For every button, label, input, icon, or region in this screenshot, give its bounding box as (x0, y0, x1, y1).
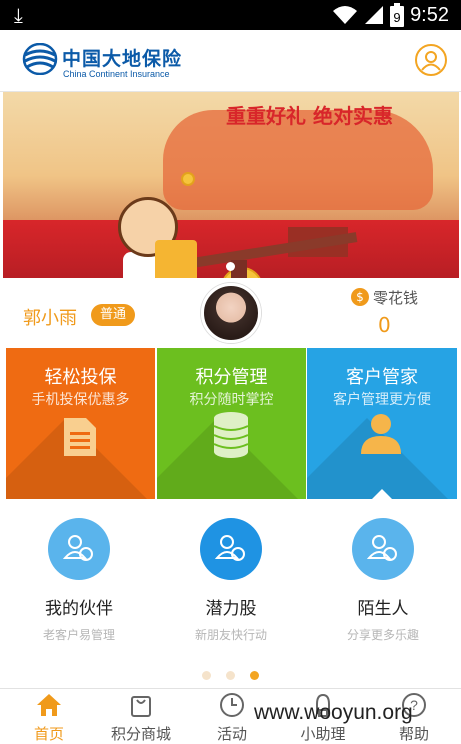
tile-title: 客户管家 (346, 367, 418, 388)
user-circle-icon (421, 51, 441, 71)
tile-title: 轻松投保 (44, 367, 117, 388)
app-header: 中国大地保险 China Continent Insurance (0, 30, 461, 92)
partner-stranger[interactable]: 陌生人 分享更多乐趣 (308, 518, 458, 643)
partner-my-partners[interactable]: 我的伙伴 老客户易管理 (4, 518, 154, 643)
partner-subtitle: 分享更多乐趣 (346, 628, 419, 642)
nav-label: 积分商城 (110, 725, 171, 743)
nav-home[interactable]: 首页 (3, 692, 95, 744)
potential-icon (200, 518, 262, 580)
partner-title: 陌生人 (357, 599, 409, 619)
tile-title: 积分管理 (195, 367, 268, 388)
nav-label: 活动 (216, 725, 247, 743)
nav-points-mall[interactable]: 积分商城 (95, 692, 187, 744)
section-pager-dot[interactable] (201, 671, 211, 680)
home-icon (37, 694, 61, 716)
user-summary: 郭小雨 普通 $ 零花钱 0 (0, 278, 461, 346)
pocket-money-value[interactable]: 0 (378, 313, 391, 337)
section-pager (0, 665, 461, 684)
tile-subtitle: 客户管理更方便 (333, 392, 431, 408)
tile-subtitle: 手机投保优惠多 (31, 392, 130, 408)
brand-name-en: China Continent Insurance (63, 69, 170, 79)
tile-points-management[interactable]: 积分管理 积分随时掌控 (157, 348, 306, 499)
wifi-icon (333, 6, 358, 24)
selected-pointer-icon (372, 489, 392, 499)
download-icon: ⤓ (14, 3, 23, 27)
partner-icon (48, 518, 110, 580)
section-pager-dot-active[interactable] (250, 671, 260, 680)
section-pager-dot[interactable] (226, 671, 235, 680)
nav-label: 帮助 (398, 725, 429, 743)
partner-subtitle: 老客户易管理 (42, 628, 115, 642)
banner-coin (181, 172, 195, 186)
document-icon (64, 418, 96, 456)
promo-banner[interactable]: 重重好礼 绝对实惠 (3, 92, 459, 278)
clock-icon (220, 693, 244, 717)
brand-name-cn: 中国大地保险 (62, 48, 183, 70)
tile-easy-insure[interactable]: 轻松投保 手机投保优惠多 (6, 348, 155, 499)
signal-icon (365, 6, 384, 24)
banner-headline: 重重好礼 绝对实惠 (226, 104, 393, 128)
banner-pager-dot[interactable] (226, 262, 235, 271)
stranger-icon (352, 518, 414, 580)
pocket-money-label: 零花钱 (373, 289, 419, 307)
banner-pager (0, 256, 461, 275)
coin-stack-icon (213, 412, 249, 458)
dollar-coin-icon: $ (351, 288, 369, 306)
person-icon (361, 414, 401, 454)
tile-customer-manager[interactable]: 客户管家 客户管理更方便 (307, 348, 457, 499)
svg-text:9: 9 (393, 10, 400, 25)
battery-icon: 9 (390, 3, 405, 27)
shopping-bag-icon (131, 696, 151, 717)
user-name: 郭小雨 (23, 308, 77, 329)
partner-subtitle: 新朋友快行动 (194, 628, 267, 642)
watermark: www.wooyun.org (254, 701, 413, 724)
brand-logo-icon (22, 43, 58, 75)
partner-potential[interactable]: 潜力股 新朋友快行动 (156, 518, 306, 643)
profile-button[interactable] (415, 44, 447, 76)
member-level-badge: 普通 (91, 304, 135, 326)
partner-title: 潜力股 (205, 599, 257, 619)
nav-label: 首页 (33, 725, 64, 743)
partner-title: 我的伙伴 (45, 599, 113, 619)
status-bar: ⤓ 9 9:52 (0, 0, 461, 30)
clock-time: 9:52 (410, 4, 449, 26)
avatar[interactable] (201, 283, 261, 343)
nav-label: 小助理 (300, 725, 346, 743)
tile-subtitle: 积分随时掌控 (189, 392, 274, 408)
status-icons: 9 9:52 (332, 2, 449, 28)
